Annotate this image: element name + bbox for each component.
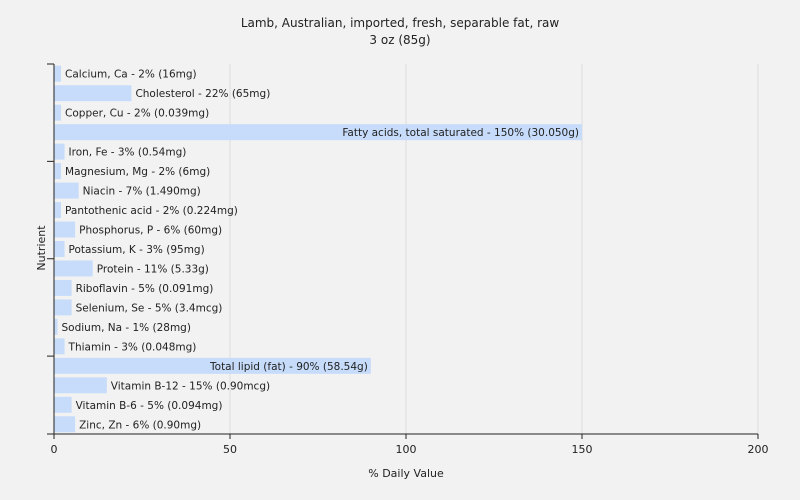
bar-label: Selenium, Se - 5% (3.4mcg) — [76, 302, 223, 314]
bar-label: Cholesterol - 22% (65mg) — [135, 88, 270, 100]
x-tick-label: 0 — [51, 443, 58, 456]
bar-label: Thiamin - 3% (0.048mg) — [68, 341, 197, 353]
bar — [54, 202, 62, 219]
bar-label: Potassium, K - 3% (95mg) — [69, 244, 205, 256]
y-axis-label: Nutrient — [35, 225, 48, 271]
bar — [54, 182, 79, 199]
x-tick-label: 50 — [223, 443, 237, 456]
bar-label: Zinc, Zn - 6% (0.90mg) — [79, 419, 201, 431]
bar — [54, 260, 93, 277]
bar-label: Iron, Fe - 3% (0.54mg) — [69, 147, 187, 159]
gridlines — [229, 64, 759, 434]
bar — [54, 143, 65, 160]
bar-label: Vitamin B-12 - 15% (0.90mcg) — [111, 380, 270, 392]
bar-label: Vitamin B-6 - 5% (0.094mg) — [76, 400, 223, 412]
bar — [54, 338, 65, 355]
x-tick-label: 200 — [748, 443, 769, 456]
bar-label: Sodium, Na - 1% (28mg) — [62, 322, 191, 334]
bars-group: Calcium, Ca - 2% (16mg) Cholesterol - 22%… — [54, 65, 582, 433]
bar — [54, 377, 107, 394]
bar-label: Riboflavin - 5% (0.091mg) — [76, 283, 214, 295]
bar-label: Fatty acids, total saturated - 150% (30.… — [342, 127, 579, 139]
bar — [54, 396, 72, 413]
bar — [54, 65, 62, 82]
bar — [54, 104, 62, 121]
bar — [54, 241, 65, 257]
bar-label: Copper, Cu - 2% (0.039mg) — [65, 108, 209, 120]
x-tick-label: 100 — [396, 443, 417, 456]
bar-label: Phosphorus, P - 6% (60mg) — [79, 225, 222, 237]
bar — [54, 299, 72, 316]
bar — [54, 416, 76, 433]
bar-chart: Lamb, Australian, imported, fresh, separ… — [35, 16, 769, 480]
axes-group: 0 50 100 150 200 — [47, 63, 769, 456]
bar — [54, 221, 76, 238]
bar — [54, 163, 62, 180]
bar — [54, 279, 72, 296]
bar-label: Niacin - 7% (1.490mg) — [83, 186, 201, 198]
chart-subtitle: 3 oz (85g) — [369, 33, 430, 47]
bar-label: Total lipid (fat) - 90% (58.54g) — [209, 361, 368, 373]
x-tick-label: 150 — [572, 443, 593, 456]
bar — [54, 85, 132, 102]
x-axis-label: % Daily Value — [368, 467, 444, 480]
bar — [54, 318, 58, 335]
bar-label: Protein - 11% (5.33g) — [97, 263, 209, 275]
chart-title: Lamb, Australian, imported, fresh, separ… — [241, 16, 560, 30]
bar-label: Magnesium, Mg - 2% (6mg) — [65, 166, 210, 178]
bar-label: Pantothenic acid - 2% (0.224mg) — [65, 205, 238, 217]
bar-label: Calcium, Ca - 2% (16mg) — [65, 69, 197, 81]
